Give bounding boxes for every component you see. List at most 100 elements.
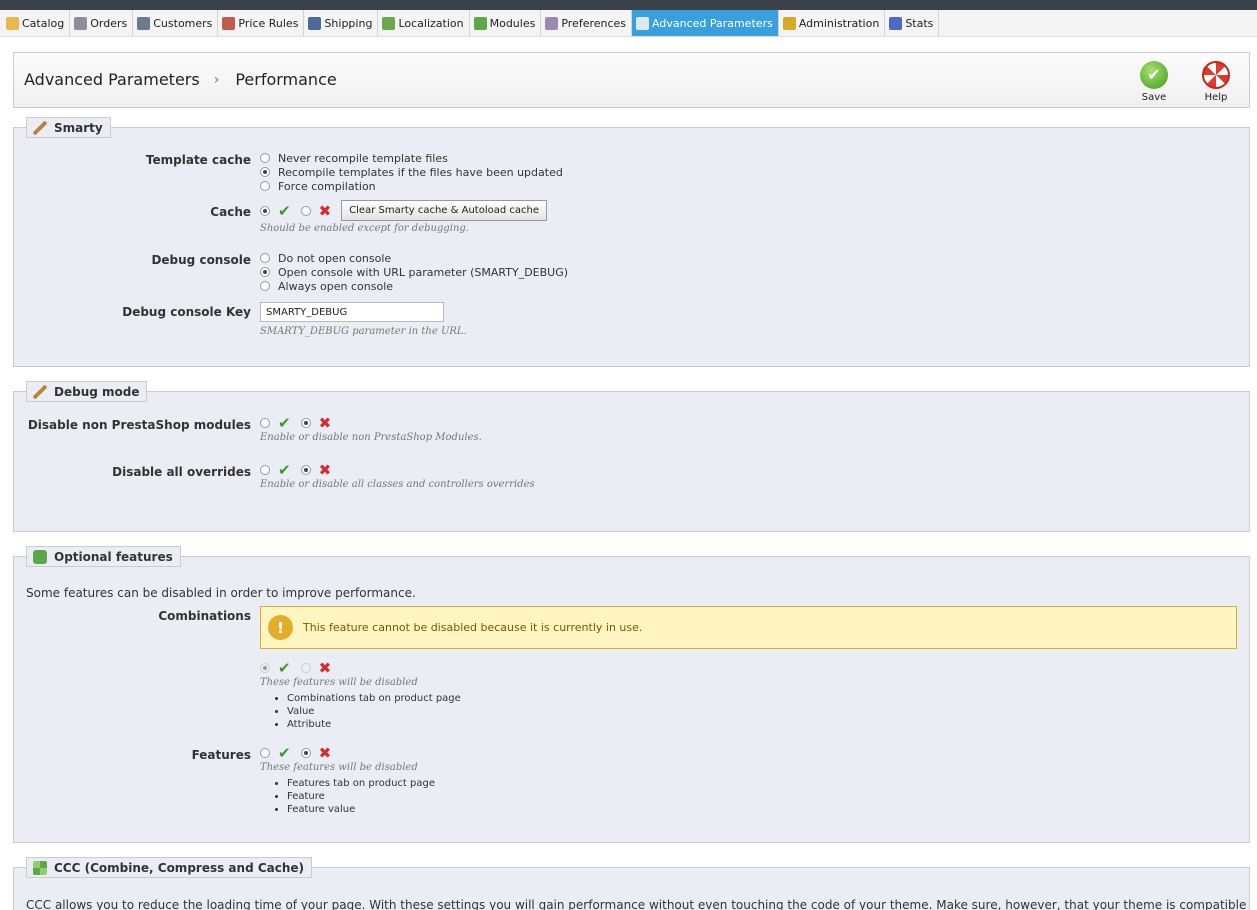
combinations-label: Combinations bbox=[158, 609, 251, 623]
template-cache-option-1: Recompile templates if the files have be… bbox=[278, 165, 563, 179]
template-cache-radio-0[interactable] bbox=[260, 153, 270, 163]
optional-features-intro: Some features can be disabled in order t… bbox=[26, 586, 416, 600]
tab-customers[interactable]: Customers bbox=[133, 10, 219, 36]
template-cache-options: Never recompile template files Recompile… bbox=[260, 151, 563, 193]
lifebuoy-icon bbox=[1202, 61, 1230, 89]
optional-features-legend: Optional features bbox=[26, 546, 181, 567]
combinations-warning: ! This feature cannot be disabled becaus… bbox=[260, 606, 1237, 649]
debug-console-option-1: Open console with URL parameter (SMARTY_… bbox=[278, 265, 569, 279]
wrench-icon bbox=[33, 120, 47, 135]
clear-cache-button[interactable]: Clear Smarty cache & Autoload cache bbox=[341, 200, 547, 221]
breadcrumb: Advanced Parameters › Performance bbox=[24, 70, 337, 89]
combinations-hint: These features will be disabled bbox=[260, 677, 418, 688]
tab-advanced-parameters[interactable]: Advanced Parameters bbox=[632, 10, 779, 36]
top-bar bbox=[0, 0, 1257, 10]
tab-label: Administration bbox=[798, 16, 880, 30]
cache-field: ✔ ✖ Clear Smarty cache & Autoload cache … bbox=[260, 200, 547, 234]
tab-catalog[interactable]: Catalog bbox=[2, 10, 71, 36]
debug-console-label: Debug console bbox=[151, 253, 251, 267]
features-yes-radio[interactable] bbox=[260, 748, 270, 758]
tab-label: Price Rules bbox=[238, 16, 299, 30]
tab-shipping[interactable]: Shipping bbox=[304, 10, 379, 36]
key-icon bbox=[782, 16, 796, 30]
features-list: Features tab on product page Feature Fea… bbox=[287, 777, 435, 816]
tab-stats[interactable]: Stats bbox=[885, 10, 940, 36]
debug-key-hint: SMARTY_DEBUG parameter in the URL. bbox=[260, 326, 467, 337]
overrides-field: ✔ ✖ Enable or disable all classes and co… bbox=[260, 461, 535, 490]
ccc-legend-label: CCC (Combine, Compress and Cache) bbox=[54, 860, 305, 875]
non-prestashop-label: Disable non PrestaShop modules bbox=[27, 418, 251, 432]
non-prestashop-no-radio[interactable] bbox=[300, 418, 311, 428]
tab-label: Customers bbox=[153, 16, 213, 30]
save-button[interactable]: ✔ Save bbox=[1132, 61, 1176, 103]
tab-label: Shipping bbox=[324, 16, 373, 30]
list-item: Value bbox=[287, 705, 461, 718]
truck-icon bbox=[308, 16, 322, 30]
debug-console-radio-2[interactable] bbox=[260, 281, 270, 291]
debug-mode-fieldset: Debug mode Disable non PrestaShop module… bbox=[13, 381, 1250, 532]
ccc-intro: CCC allows you to reduce the loading tim… bbox=[26, 898, 1246, 910]
main-tab-menu: Catalog Orders Customers Price Rules Shippin… bbox=[0, 10, 1257, 37]
price-tag-icon bbox=[222, 16, 236, 30]
debug-mode-legend: Debug mode bbox=[26, 381, 148, 402]
debug-console-option-2: Always open console bbox=[278, 279, 394, 293]
tab-label: Orders bbox=[90, 16, 128, 30]
features-label: Features bbox=[191, 748, 251, 762]
tab-administration[interactable]: Administration bbox=[779, 10, 886, 36]
help-label: Help bbox=[1204, 92, 1228, 103]
help-button[interactable]: Help bbox=[1194, 61, 1238, 103]
tab-modules[interactable]: Modules bbox=[470, 10, 542, 36]
overrides-label: Disable all overrides bbox=[112, 465, 251, 479]
combinations-yes-radio[interactable] bbox=[260, 663, 270, 673]
ccc-fieldset: CCC (Combine, Compress and Cache) CCC al… bbox=[13, 857, 1250, 910]
features-field: ✔ ✖ These features will be disabled Feat… bbox=[260, 744, 435, 816]
breadcrumb-parent[interactable]: Advanced Parameters bbox=[24, 70, 200, 89]
overrides-yes-radio[interactable] bbox=[260, 465, 270, 475]
cross-icon: ✖ bbox=[318, 744, 332, 762]
combinations-warning-text: This feature cannot be disabled because … bbox=[303, 621, 643, 634]
globe-icon bbox=[382, 16, 396, 30]
list-item: Features tab on product page bbox=[287, 777, 435, 790]
combinations-field: ✔ ✖ These features will be disabled Comb… bbox=[260, 659, 461, 731]
template-cache-radio-1[interactable] bbox=[260, 167, 270, 177]
combinations-no-radio[interactable] bbox=[300, 663, 311, 673]
template-cache-option-0: Never recompile template files bbox=[278, 151, 448, 165]
debug-key-label: Debug console Key bbox=[122, 305, 251, 319]
tab-orders[interactable]: Orders bbox=[70, 10, 134, 36]
template-cache-radio-2[interactable] bbox=[260, 181, 270, 191]
tab-localization[interactable]: Localization bbox=[378, 10, 470, 36]
save-label: Save bbox=[1141, 92, 1167, 103]
debug-console-radio-1[interactable] bbox=[260, 267, 270, 277]
warning-icon: ! bbox=[268, 615, 293, 640]
cache-label: Cache bbox=[210, 205, 251, 219]
non-prestashop-field: ✔ ✖ Enable or disable non PrestaShop Mod… bbox=[260, 414, 482, 443]
overrides-no-radio[interactable] bbox=[300, 465, 311, 475]
breadcrumb-current: Performance bbox=[235, 70, 337, 89]
cache-yes-radio[interactable] bbox=[260, 205, 270, 216]
puzzle-icon bbox=[473, 16, 487, 30]
non-prestashop-yes-radio[interactable] bbox=[260, 418, 270, 428]
users-icon bbox=[137, 16, 151, 30]
list-item: Combinations tab on product page bbox=[287, 692, 461, 705]
check-icon: ✔ bbox=[278, 744, 291, 762]
tab-preferences[interactable]: Preferences bbox=[541, 10, 633, 36]
debug-key-field: SMARTY_DEBUG parameter in the URL. bbox=[260, 302, 467, 337]
check-icon: ✔ bbox=[278, 414, 291, 432]
overrides-hint: Enable or disable all classes and contro… bbox=[260, 479, 535, 490]
smarty-fieldset: Smarty Template cache Never recompile te… bbox=[13, 117, 1250, 367]
tab-label: Advanced Parameters bbox=[652, 16, 773, 30]
non-prestashop-hint: Enable or disable non PrestaShop Modules… bbox=[260, 432, 482, 443]
list-item: Feature bbox=[287, 790, 435, 803]
cross-icon: ✖ bbox=[318, 659, 332, 677]
list-item: Feature value bbox=[287, 803, 435, 816]
template-cache-option-2: Force compilation bbox=[278, 179, 376, 193]
debug-key-input[interactable] bbox=[260, 302, 444, 322]
wrench-icon bbox=[33, 384, 47, 399]
tab-price-rules[interactable]: Price Rules bbox=[218, 10, 305, 36]
debug-console-radio-0[interactable] bbox=[260, 253, 270, 263]
features-no-radio[interactable] bbox=[300, 748, 311, 758]
debug-mode-legend-label: Debug mode bbox=[54, 384, 140, 399]
cache-no-radio[interactable] bbox=[300, 205, 311, 216]
optional-features-legend-label: Optional features bbox=[54, 549, 173, 564]
combinations-list: Combinations tab on product page Value A… bbox=[287, 692, 461, 731]
